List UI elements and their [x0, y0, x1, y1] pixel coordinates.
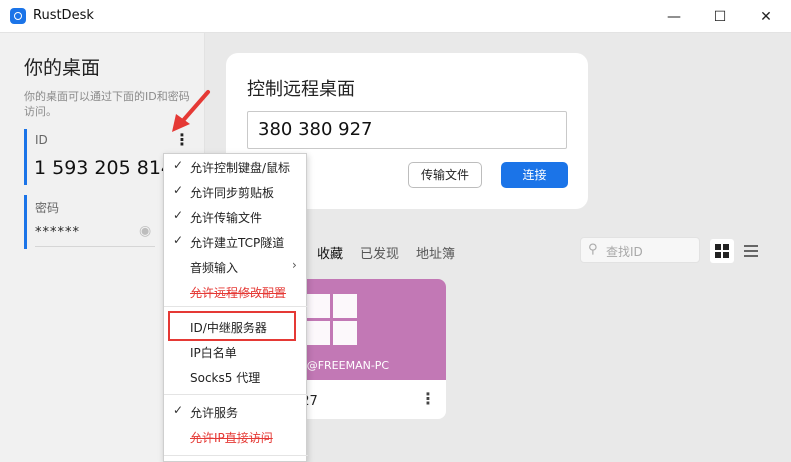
menu-item-ip-whitelist[interactable]: IP白名单 — [164, 340, 308, 364]
menu-item-allow-remote-config[interactable]: 允许远程修改配置 — [164, 280, 308, 304]
search-input[interactable]: ⚲ 查找ID — [580, 237, 700, 263]
password-value[interactable]: ****** — [35, 225, 80, 240]
window-title: RustDesk — [33, 8, 94, 23]
menu-item-allow-direct-ip[interactable]: 允许IP直接访问 — [164, 425, 308, 449]
my-id-value[interactable]: 1 593 205 814 — [34, 157, 173, 179]
remote-id-input[interactable]: 380 380 927 — [247, 111, 567, 149]
your-desktop-title: 你的桌面 — [24, 57, 101, 79]
check-icon: ✓ — [173, 208, 184, 222]
rustdesk-logo-icon — [10, 8, 26, 24]
check-icon: ✓ — [173, 233, 184, 247]
menu-item-allow-keyboard-mouse[interactable]: ✓ 允许控制键盘/鼠标 — [164, 155, 308, 179]
grid-view-icon[interactable] — [710, 239, 734, 263]
transfer-file-button[interactable]: 传输文件 — [408, 162, 482, 188]
windows-logo-icon — [306, 294, 357, 345]
remote-control-title: 控制远程桌面 — [247, 79, 355, 100]
menu-item-audio-input[interactable]: 音频输入 › — [164, 255, 308, 279]
close-icon[interactable]: ✕ — [743, 0, 789, 33]
menu-item-allow-clipboard[interactable]: ✓ 允许同步剪贴板 — [164, 180, 308, 204]
maximize-icon[interactable]: ☐ — [697, 0, 743, 33]
chevron-right-icon: › — [292, 258, 297, 272]
title-bar: RustDesk — ☐ ✕ — [0, 0, 791, 33]
list-view-icon[interactable] — [742, 241, 762, 261]
menu-item-allow-service[interactable]: ✓ 允许服务 — [164, 400, 308, 424]
red-arrow-annotation-icon — [172, 90, 210, 132]
search-placeholder: 查找ID — [606, 245, 643, 259]
menu-item-socks5-proxy[interactable]: Socks5 代理 — [164, 365, 308, 389]
tab-discovered[interactable]: 已发现 — [360, 243, 399, 262]
menu-item-id-relay-server[interactable]: ID/中继服务器 — [164, 315, 308, 339]
peer-card[interactable]: an@FREEMAN-PC 927 ⋮ — [293, 279, 446, 419]
tab-address-book[interactable]: 地址簿 — [416, 243, 455, 262]
peer-menu-icon[interactable]: ⋮ — [420, 389, 436, 408]
menu-divider — [164, 306, 308, 307]
tab-favorites[interactable]: 收藏 — [317, 243, 343, 262]
connect-button[interactable]: 连接 — [501, 162, 568, 188]
minimize-icon[interactable]: — — [651, 0, 697, 33]
eye-icon[interactable]: ◉ — [139, 223, 155, 239]
menu-divider — [164, 455, 308, 456]
menu-item-allow-tcp-tunnel[interactable]: ✓ 允许建立TCP隧道 — [164, 230, 308, 254]
menu-divider — [164, 394, 308, 395]
search-icon: ⚲ — [588, 242, 598, 257]
peer-card-header: an@FREEMAN-PC — [293, 279, 446, 380]
id-label: ID — [35, 133, 48, 147]
check-icon: ✓ — [173, 403, 184, 417]
check-icon: ✓ — [173, 183, 184, 197]
menu-item-allow-file-transfer[interactable]: ✓ 允许传输文件 — [164, 205, 308, 229]
id-context-menu: ✓ 允许控制键盘/鼠标 ✓ 允许同步剪贴板 ✓ 允许传输文件 ✓ 允许建立TCP… — [163, 153, 308, 462]
password-label: 密码 — [35, 201, 60, 215]
check-icon: ✓ — [173, 158, 184, 172]
password-underline — [35, 246, 155, 247]
